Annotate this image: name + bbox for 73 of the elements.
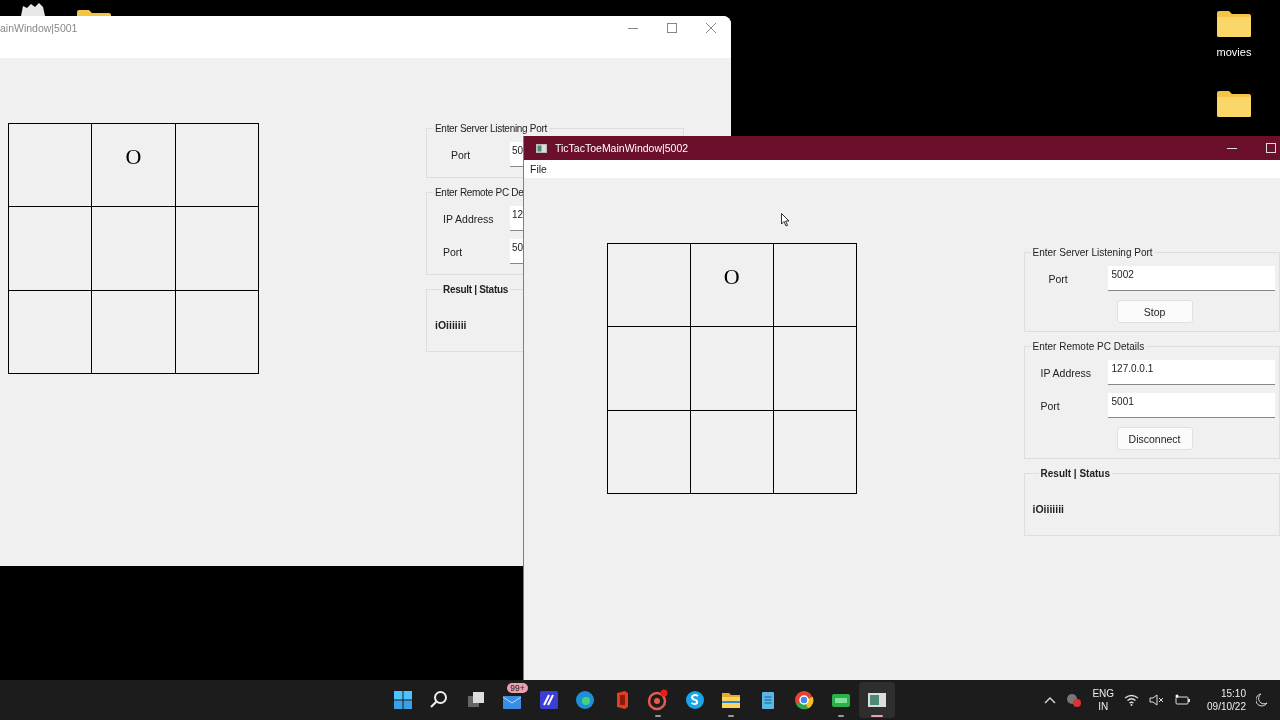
folder-label[interactable]: movies [1216,46,1252,58]
board-cell[interactable] [608,327,690,410]
input-field[interactable]: 50 [510,142,524,167]
input-field[interactable]: 5002 [1107,266,1275,291]
group-label: Result | Status [1039,468,1111,479]
input-field[interactable]: 12 [510,206,524,231]
group-label: Enter Remote PC Details [1031,341,1146,352]
group-label: Enter Server Listening Port [434,123,548,134]
cell-mark: O [723,266,740,288]
disconnect-button[interactable]: Disconnect [1116,427,1193,450]
input-field[interactable]: 50 [510,239,524,264]
field-label: Port [450,148,472,161]
cloud-error-icon[interactable] [1066,693,1083,707]
board-cell[interactable] [690,327,773,410]
field-label: Port [1047,272,1069,285]
board-cell[interactable] [175,124,258,207]
field-label: IP Address [442,212,495,225]
folder-icon[interactable] [1216,90,1252,118]
battery-icon[interactable] [1175,694,1192,706]
board-cell[interactable] [773,244,856,327]
field-label: Port [1039,399,1061,412]
board-cell[interactable] [773,327,856,410]
board-cell[interactable] [92,207,175,290]
window-title: TicTacToeMainWindow|5002 [555,142,689,154]
record-icon [647,689,670,711]
cell-mark: O [125,146,142,168]
board-cell[interactable] [608,244,690,327]
browser-icon [793,689,816,711]
recycle-bin-icon[interactable] [18,2,48,16]
board-cell[interactable] [690,410,773,493]
stop-button[interactable]: Stop [1116,300,1193,323]
input-field[interactable]: 5001 [1107,393,1275,418]
browser-icon [574,689,597,711]
status-text: iOiiiiiii [1032,503,1065,515]
time-text: 15:10 [1220,686,1246,700]
group-label: Enter Server Listening Port [1031,247,1154,258]
moon-icon[interactable] [1256,693,1268,707]
board-cell[interactable] [9,290,92,373]
board-cell[interactable] [773,410,856,493]
input-field[interactable]: 127.0.0.1 [1107,360,1275,385]
clock[interactable]: 15:10 09/10/22 [1207,686,1246,714]
board-cell[interactable]: O [690,244,773,327]
menu-item[interactable]: File [530,163,547,175]
board-cell[interactable] [608,410,690,493]
status-text: iOiiiiiii [435,319,467,331]
chevron-up-icon[interactable] [1044,696,1057,704]
folder-icon[interactable] [1216,10,1252,38]
mouse-cursor-icon [781,213,790,227]
app-icon [536,143,547,153]
board-cell[interactable] [9,207,92,290]
language-indicator[interactable]: ENG IN [1092,686,1115,714]
board-cell[interactable]: O [92,124,175,207]
group-label: Result | Status [442,284,509,295]
taskbar-button[interactable] [859,682,896,718]
region-text: IN [1098,700,1109,714]
editor-icon [537,689,560,711]
chat-icon [683,689,706,711]
start-icon [391,689,414,711]
group-label: Enter Remote PC De [434,187,525,198]
board-cell[interactable] [9,124,92,207]
field-label: IP Address [1039,366,1093,379]
wifi-icon[interactable] [1124,694,1140,706]
date-text: 09/10/22 [1207,700,1246,714]
language-text: ENG [1092,686,1115,700]
speaker-muted-icon[interactable] [1149,694,1166,706]
taskbar-button[interactable]: 99+ [494,682,531,718]
notification-badge: 99+ [507,683,528,693]
board-cell[interactable] [175,290,258,373]
field-label: Port [442,245,464,258]
board-cell[interactable] [175,207,258,290]
window-title: ainWindow|5001 [0,22,78,34]
close-icon[interactable] [706,23,716,33]
board-cell[interactable] [92,290,175,373]
